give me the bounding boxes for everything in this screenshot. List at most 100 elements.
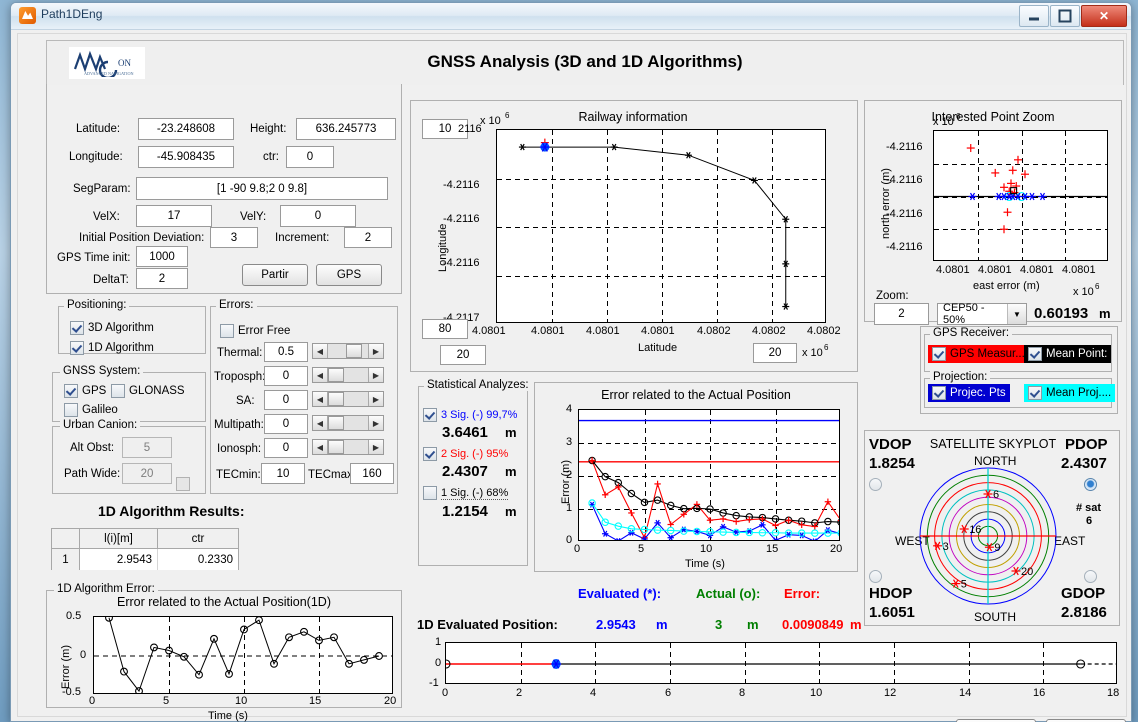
latitude-input[interactable]: -23.248608: [138, 118, 234, 140]
position-xtick-6: 6: [665, 687, 672, 699]
checkbox-3sigma[interactable]: 3 Sig. (-) 99,7%: [423, 408, 517, 422]
checkbox-mean-proj[interactable]: Mean Proj....: [1024, 384, 1116, 402]
position-1d-svg: [446, 643, 1116, 683]
slider-track[interactable]: [328, 392, 368, 406]
close-button[interactable]: ✕: [1081, 5, 1127, 27]
position-ytick-0: 0: [435, 657, 442, 669]
troposph-slider[interactable]: ◀ ▶: [312, 367, 384, 383]
window-title: Path1DEng: [41, 7, 103, 21]
height-input[interactable]: 636.245773: [296, 118, 396, 140]
svg-text:3: 3: [943, 541, 949, 553]
slider-thumb[interactable]: [328, 368, 344, 382]
railway-plot[interactable]: [496, 129, 826, 323]
zoom-ytick-0: -4.2116: [886, 141, 923, 153]
vdop-radio[interactable]: [869, 478, 882, 491]
checkbox-1sigma[interactable]: 1 Sig. (-) 68%: [423, 486, 509, 500]
gdop-radio[interactable]: [1084, 570, 1097, 583]
checkbox-gps-measurements[interactable]: GPS Measur...: [928, 345, 1029, 363]
table-row[interactable]: 1 2.9543 0.2330: [52, 549, 238, 570]
railway-edit-bottom-right[interactable]: 20: [753, 343, 797, 363]
chevron-down-icon[interactable]: ▼: [1007, 304, 1026, 324]
segparam-input[interactable]: [1 -90 9.8;2 0 9.8]: [136, 177, 388, 200]
value-1sigma: 1.2154: [442, 503, 488, 520]
slider-right-arrow-icon[interactable]: ▶: [368, 368, 383, 382]
svg-text:20: 20: [1021, 566, 1033, 578]
thermal-input[interactable]: 0.5: [264, 342, 308, 362]
tecmax-input[interactable]: 160: [350, 463, 394, 484]
vely-label: VelY:: [240, 211, 267, 223]
slider-thumb[interactable]: [328, 392, 344, 406]
slider-right-arrow-icon[interactable]: ▶: [368, 392, 383, 406]
ionosph-slider[interactable]: ◀ ▶: [312, 439, 384, 455]
sa-slider[interactable]: ◀ ▶: [312, 391, 384, 407]
sa-input[interactable]: 0: [264, 390, 308, 410]
troposph-input[interactable]: 0: [264, 366, 308, 386]
velx-input[interactable]: 17: [136, 205, 212, 227]
skyplot-svg: 6 16 3 9 20 5: [919, 467, 1057, 605]
gps-button[interactable]: GPS: [316, 264, 382, 286]
tecmin-input[interactable]: 10: [261, 463, 305, 484]
position-1d-plot[interactable]: [445, 642, 1117, 684]
railway-edit-bottom-left[interactable]: 80: [422, 319, 468, 339]
multipath-slider[interactable]: ◀ ▶: [312, 415, 384, 431]
slider-thumb[interactable]: [328, 416, 344, 430]
error-actual-plot[interactable]: [578, 409, 840, 541]
checkbox-3d-algorithm[interactable]: 3D Algorithm: [70, 321, 154, 335]
skyplot-chart[interactable]: 6 16 3 9 20 5: [918, 466, 1058, 606]
slider-left-arrow-icon[interactable]: ◀: [313, 368, 328, 382]
urban-canion-enable-checkbox[interactable]: [176, 477, 190, 491]
zoom-plot[interactable]: [933, 130, 1108, 261]
hdop-radio[interactable]: [869, 570, 882, 583]
cep-dropdown[interactable]: CEP50 - 50% ▼: [937, 302, 1027, 326]
slider-track[interactable]: [328, 344, 368, 358]
checkbox-error-free[interactable]: Error Free: [220, 324, 290, 338]
deltat-input[interactable]: 2: [136, 268, 188, 289]
error-1d-plot[interactable]: [93, 616, 393, 694]
thermal-slider[interactable]: ◀ ▶: [312, 343, 384, 359]
partir-button[interactable]: Partir: [242, 264, 308, 286]
checkbox-icon: [423, 486, 437, 500]
longitude-input[interactable]: -45.908435: [138, 146, 234, 168]
position-xtick-12: 12: [884, 687, 897, 699]
multipath-input[interactable]: 0: [264, 414, 308, 434]
slider-left-arrow-icon[interactable]: ◀: [313, 344, 328, 358]
minimize-button[interactable]: [1019, 5, 1049, 27]
initial-position-deviation-input[interactable]: 3: [210, 227, 258, 248]
path-wide-input[interactable]: 20: [122, 463, 172, 484]
slider-thumb[interactable]: [346, 344, 363, 358]
maximize-button[interactable]: [1050, 5, 1080, 27]
slider-thumb[interactable]: [328, 440, 344, 454]
slider-left-arrow-icon[interactable]: ◀: [313, 392, 328, 406]
slider-right-arrow-icon[interactable]: ▶: [368, 416, 383, 430]
slider-track[interactable]: [328, 440, 368, 454]
alt-obst-input[interactable]: 5: [122, 437, 172, 458]
pdop-radio[interactable]: [1084, 478, 1097, 491]
checkbox-projec-pts[interactable]: Projec. Pts: [928, 384, 1010, 402]
ionosph-input[interactable]: 0: [264, 438, 308, 458]
checkbox-mean-point[interactable]: Mean Point:: [1024, 345, 1112, 363]
slider-left-arrow-icon[interactable]: ◀: [313, 416, 328, 430]
error-actual-svg: [579, 410, 839, 540]
increment-input[interactable]: 2: [344, 227, 392, 248]
railway-yexp-power: 6: [505, 111, 510, 120]
error-1d-chart-title: Error related to the Actual Position(1D): [117, 595, 331, 609]
railway-xtick-1: 4.0801: [531, 325, 565, 337]
railway-xtick-2: 4.0801: [586, 325, 620, 337]
checkbox-1d-algorithm[interactable]: 1D Algorithm: [70, 341, 154, 355]
checkbox-glonass[interactable]: GLONASS: [111, 384, 185, 398]
railway-edit-bottom-left2[interactable]: 20: [440, 345, 486, 365]
slider-right-arrow-icon[interactable]: ▶: [368, 344, 383, 358]
checkbox-galileo[interactable]: Galileo: [64, 403, 118, 417]
checkbox-2sigma[interactable]: 2 Sig. (-) 95%: [423, 447, 508, 461]
slider-track[interactable]: [328, 368, 368, 382]
gps-time-init-input[interactable]: 1000: [136, 246, 188, 267]
slider-track[interactable]: [328, 416, 368, 430]
vely-input[interactable]: 0: [280, 205, 356, 227]
actual-unit: m: [747, 617, 759, 632]
slider-right-arrow-icon[interactable]: ▶: [368, 440, 383, 454]
slider-left-arrow-icon[interactable]: ◀: [313, 440, 328, 454]
checkbox-gps[interactable]: GPS: [64, 384, 106, 398]
evaluated-row-label: 1D Evaluated Position:: [417, 617, 558, 632]
zoom-input[interactable]: 2: [874, 303, 929, 325]
ctr-input[interactable]: 0: [286, 146, 334, 168]
